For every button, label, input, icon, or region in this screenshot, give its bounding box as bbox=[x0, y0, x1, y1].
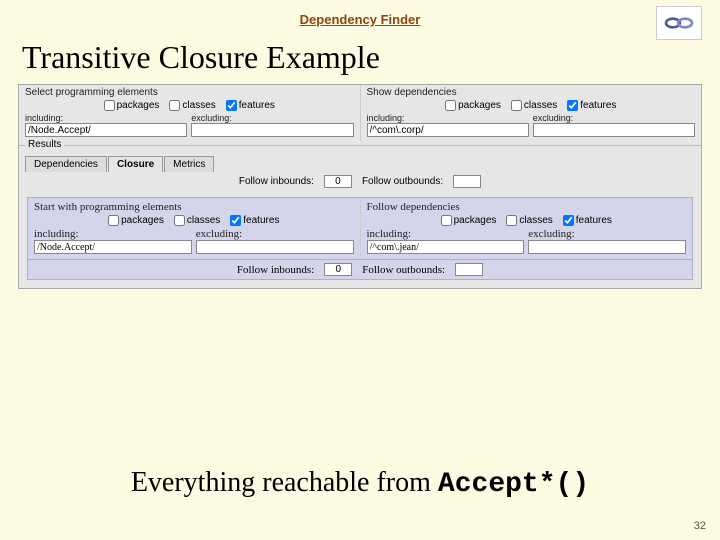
select-elements-label: Select programming elements bbox=[25, 87, 354, 98]
tab-closure[interactable]: Closure bbox=[108, 156, 163, 172]
classes-checkbox-2[interactable]: classes bbox=[511, 100, 557, 111]
including-label: including: bbox=[25, 113, 187, 123]
sub-follow-outbounds-label: Follow outbounds: bbox=[362, 264, 445, 276]
sub-follow-outbounds-input[interactable] bbox=[455, 263, 483, 276]
sub-follow-inbounds-input[interactable] bbox=[324, 263, 352, 276]
main-config-panel: Select programming elements packages cla… bbox=[18, 84, 702, 289]
sub-classes-label: classes bbox=[187, 215, 220, 226]
classes-label-2: classes bbox=[524, 100, 557, 111]
features-checkbox[interactable]: features bbox=[226, 100, 275, 111]
packages-checkbox[interactable]: packages bbox=[104, 100, 160, 111]
sub-features-label-2: features bbox=[576, 215, 612, 226]
follow-deps-label: Follow dependencies bbox=[367, 201, 687, 213]
sub-classes-checkbox-2[interactable]: classes bbox=[506, 215, 552, 226]
tab-dependencies[interactable]: Dependencies bbox=[25, 156, 107, 172]
follow-outbounds-label: Follow outbounds: bbox=[362, 176, 443, 187]
including-input-2[interactable] bbox=[367, 123, 529, 137]
results-label: Results bbox=[25, 139, 64, 150]
sub-including-input-2[interactable] bbox=[367, 240, 525, 254]
sub-classes-checkbox[interactable]: classes bbox=[174, 215, 220, 226]
bottom-caption: Everything reachable from Accept*() bbox=[0, 467, 720, 500]
sub-features-checkbox-2[interactable]: features bbox=[563, 215, 612, 226]
including-label-2: including: bbox=[367, 113, 529, 123]
features-label: features bbox=[239, 100, 275, 111]
select-elements-group: Select programming elements packages cla… bbox=[19, 85, 360, 141]
features-label-2: features bbox=[580, 100, 616, 111]
bottom-code: Accept*() bbox=[438, 469, 589, 500]
sub-including-label-2: including: bbox=[367, 228, 525, 240]
sub-classes-label-2: classes bbox=[519, 215, 552, 226]
follow-inbounds-input[interactable] bbox=[324, 175, 352, 188]
including-input[interactable] bbox=[25, 123, 187, 137]
sub-including-input[interactable] bbox=[34, 240, 192, 254]
excluding-label-2: excluding: bbox=[533, 113, 695, 123]
packages-checkbox-2[interactable]: packages bbox=[445, 100, 501, 111]
sub-excluding-input-2[interactable] bbox=[528, 240, 686, 254]
excluding-label: excluding: bbox=[191, 113, 353, 123]
start-elements-group: Start with programming elements packages… bbox=[28, 198, 360, 257]
start-elements-label: Start with programming elements bbox=[34, 201, 354, 213]
page-number: 32 bbox=[694, 520, 706, 532]
sub-packages-label-2: packages bbox=[454, 215, 497, 226]
sub-config-panel: Start with programming elements packages… bbox=[27, 197, 693, 280]
logo-icon bbox=[656, 6, 702, 40]
follow-inbounds-label: Follow inbounds: bbox=[239, 176, 314, 187]
header-title: Dependency Finder bbox=[0, 0, 720, 27]
sub-excluding-label: excluding: bbox=[196, 228, 354, 240]
sub-excluding-label-2: excluding: bbox=[528, 228, 686, 240]
excluding-input[interactable] bbox=[191, 123, 353, 137]
excluding-input-2[interactable] bbox=[533, 123, 695, 137]
sub-features-label: features bbox=[243, 215, 279, 226]
sub-packages-label: packages bbox=[121, 215, 164, 226]
follow-outbounds-input[interactable] bbox=[453, 175, 481, 188]
sub-including-label: including: bbox=[34, 228, 192, 240]
follow-deps-group: Follow dependencies packages classes fea… bbox=[360, 198, 693, 257]
sub-excluding-input[interactable] bbox=[196, 240, 354, 254]
sub-features-checkbox[interactable]: features bbox=[230, 215, 279, 226]
classes-label: classes bbox=[182, 100, 215, 111]
bottom-prefix: Everything reachable from bbox=[131, 467, 438, 498]
show-deps-label: Show dependencies bbox=[367, 87, 696, 98]
sub-packages-checkbox[interactable]: packages bbox=[108, 215, 164, 226]
sub-packages-checkbox-2[interactable]: packages bbox=[441, 215, 497, 226]
show-dependencies-group: Show dependencies packages classes featu… bbox=[360, 85, 702, 141]
classes-checkbox[interactable]: classes bbox=[169, 100, 215, 111]
page-title: Transitive Closure Example bbox=[22, 39, 720, 76]
features-checkbox-2[interactable]: features bbox=[567, 100, 616, 111]
packages-label: packages bbox=[117, 100, 160, 111]
sub-follow-inbounds-label: Follow inbounds: bbox=[237, 264, 314, 276]
packages-label-2: packages bbox=[458, 100, 501, 111]
tab-metrics[interactable]: Metrics bbox=[164, 156, 214, 172]
